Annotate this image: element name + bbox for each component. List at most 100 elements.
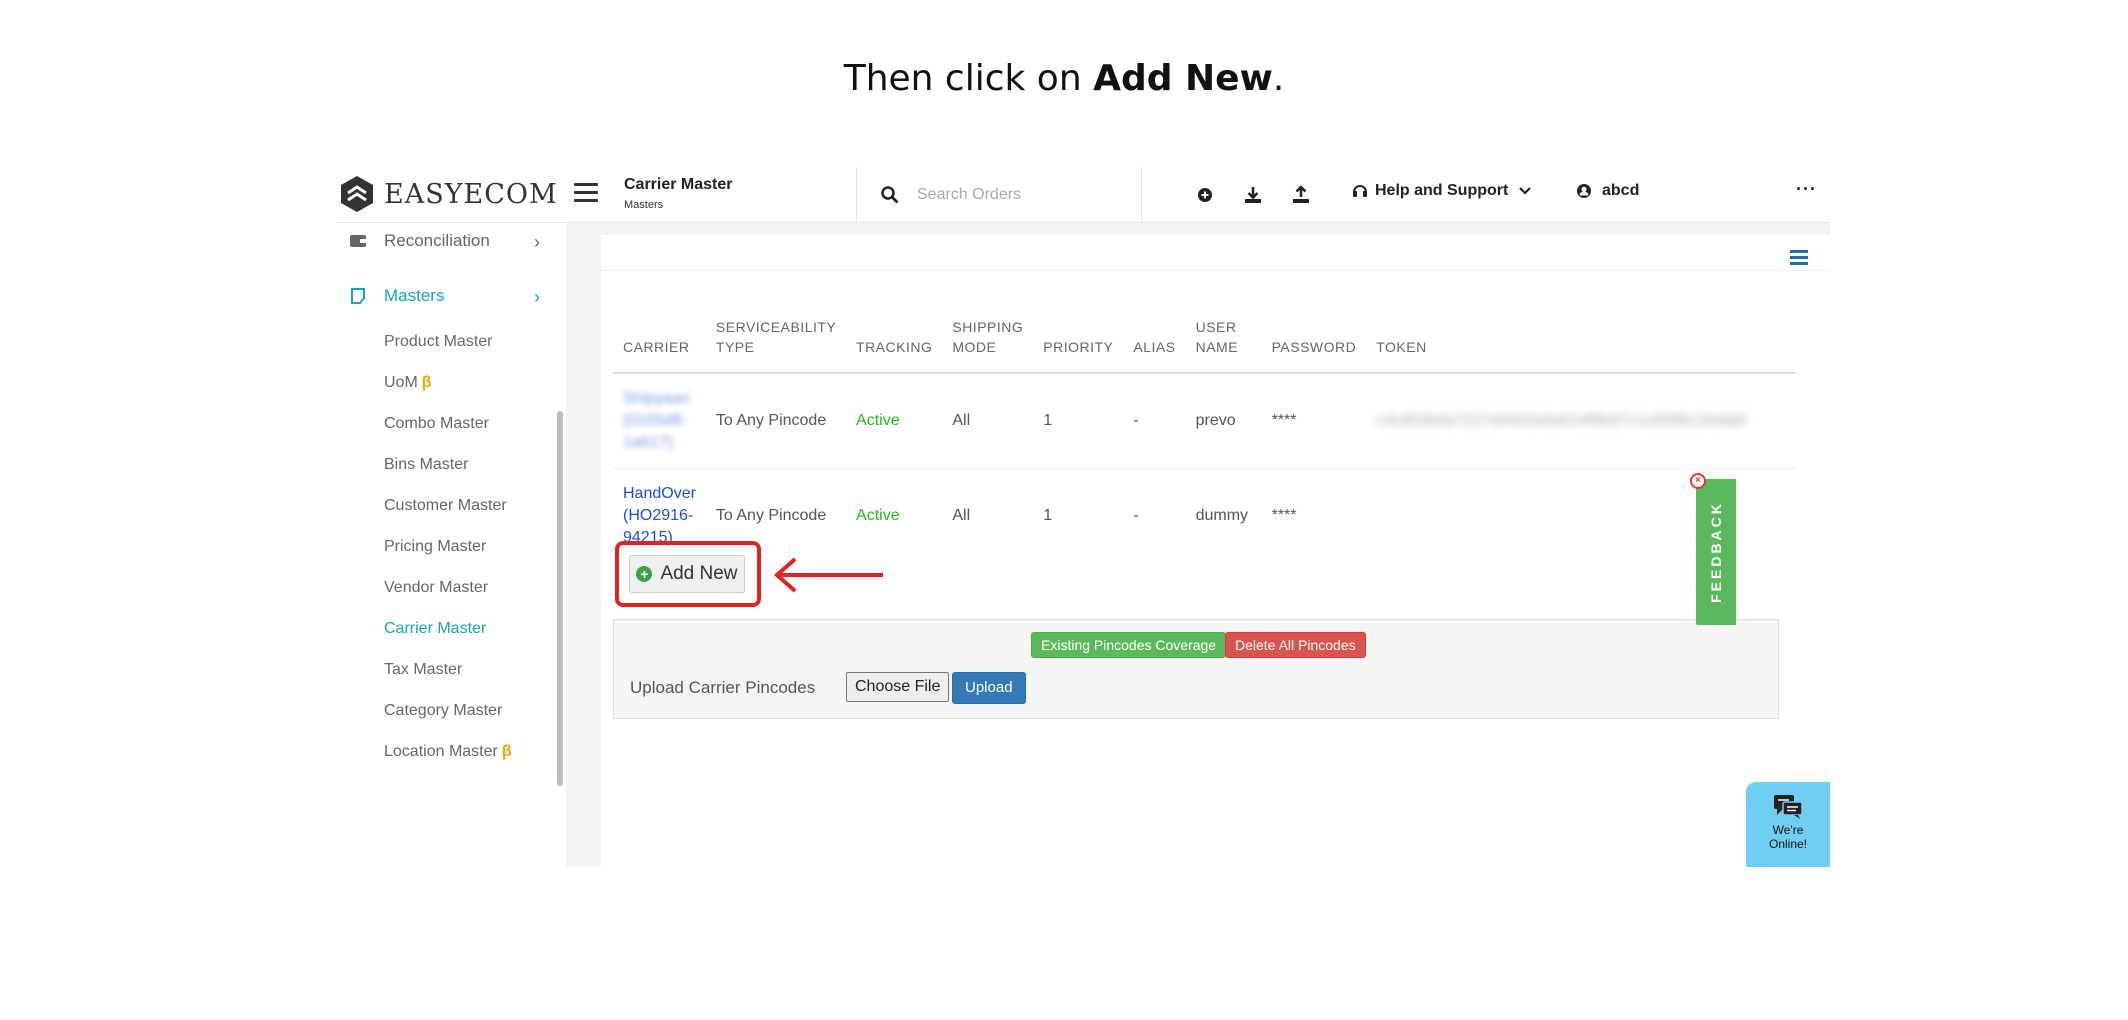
col-header-serviceability[interactable]: SERVICEABILITY TYPE [705, 305, 847, 374]
cell-alias: - [1123, 373, 1186, 469]
more-options-icon[interactable]: ··· [1796, 179, 1817, 200]
cell-serviceability: To Any Pincode [705, 373, 847, 469]
logo-text: EASYECOM [384, 178, 558, 210]
cell-user-name: prevo [1185, 373, 1262, 469]
beta-badge: β [421, 374, 432, 391]
help-support-menu[interactable]: Help and Support [1351, 182, 1536, 200]
sidebar-subitem-category-master[interactable]: Category Master [384, 702, 502, 720]
logo[interactable]: EASYECOM [340, 174, 558, 214]
page-title: Carrier Master [624, 176, 733, 193]
delete-all-pincodes-button[interactable]: Delete All Pincodes [1225, 632, 1366, 658]
carrier-link[interactable]: Shipyaari (0165d8-1a617) [613, 373, 706, 469]
sidebar-subitem-carrier-master[interactable]: Carrier Master [384, 620, 486, 638]
wallet-icon [350, 235, 366, 247]
search-icon[interactable] [881, 186, 899, 204]
instruction-bold: Add New [1093, 58, 1273, 99]
col-header-tracking[interactable]: TRACKING [846, 305, 943, 374]
chevron-right-icon: › [534, 287, 540, 307]
hamburger-menu-icon[interactable] [574, 183, 598, 205]
card-toolbar [601, 235, 1830, 271]
instruction-suffix: . [1272, 58, 1285, 99]
cell-password: **** [1261, 373, 1367, 469]
pointer-arrow-icon [773, 557, 883, 593]
upload-button[interactable]: Upload [952, 672, 1026, 704]
upload-carrier-pincodes-label: Upload Carrier Pincodes [630, 678, 816, 697]
chat-status-line1: We're [1772, 823, 1804, 837]
sidebar-item-label: Masters [384, 286, 445, 305]
note-icon [351, 288, 365, 304]
plus-circle-icon: + [636, 566, 653, 582]
sidebar: Reconciliation › Masters › Product Maste… [336, 223, 566, 867]
sidebar-subitem-product-master[interactable]: Product Master [384, 333, 492, 351]
col-header-token[interactable]: TOKEN [1366, 305, 1797, 374]
col-header-password[interactable]: PASSWORD [1261, 305, 1367, 374]
user-name: abcd [1602, 182, 1640, 199]
chevron-right-icon: › [534, 232, 540, 252]
close-icon[interactable]: × [1690, 473, 1706, 489]
existing-pincodes-coverage-button[interactable]: Existing Pincodes Coverage [1031, 632, 1227, 658]
sidebar-subitem-pricing-master[interactable]: Pricing Master [384, 538, 486, 556]
cell-user-name: dummy [1195, 507, 1249, 524]
sidebar-subitem-bins-master[interactable]: Bins Master [384, 456, 468, 474]
table-header-row: CARRIER SERVICEABILITY TYPE TRACKING SHI… [613, 305, 1797, 374]
chat-status-line2: Online! [1768, 837, 1808, 851]
cell-shipping-mode: All [942, 373, 1034, 469]
carrier-table: CARRIER SERVICEABILITY TYPE TRACKING SHI… [613, 305, 1797, 564]
instruction-caption: Then click on Add New. [0, 58, 2128, 99]
main-panel: CARRIER SERVICEABILITY TYPE TRACKING SHI… [566, 223, 1830, 867]
logo-icon [341, 176, 373, 212]
add-new-highlight: + Add New [615, 541, 761, 607]
add-new-button[interactable]: + Add New [629, 555, 745, 593]
add-circle-icon[interactable] [1194, 184, 1216, 206]
chat-bubbles-icon [1774, 795, 1803, 819]
sidebar-subitem-location-master[interactable]: Location Master β [384, 743, 512, 761]
help-support-label: Help and Support [1375, 182, 1509, 199]
cell-tracking-status: Active [856, 507, 900, 524]
feedback-label: FEEDBACK [1708, 501, 1724, 603]
user-icon [1577, 184, 1591, 198]
sidebar-item-reconciliation[interactable]: Reconciliation › [350, 231, 550, 252]
choose-file-button[interactable]: Choose File [846, 672, 950, 702]
page-heading: Carrier Master Masters [624, 176, 733, 211]
cell-password: **** [1271, 507, 1297, 524]
feedback-tab[interactable]: FEEDBACK [1696, 479, 1736, 625]
beta-badge: β [501, 743, 512, 760]
col-header-shipping-mode[interactable]: SHIPPING MODE [942, 305, 1034, 374]
cell-token: c4cd53bda7227a9402a0a014f9bd7c1c0f3f6c1b… [1366, 373, 1797, 469]
sidebar-subitem-combo-master[interactable]: Combo Master [384, 415, 489, 433]
top-bar: EASYECOM Carrier Master Masters Search O… [336, 167, 1830, 223]
carrier-card: CARRIER SERVICEABILITY TYPE TRACKING SHI… [601, 235, 1830, 867]
download-icon[interactable] [1242, 184, 1264, 206]
col-header-alias[interactable]: ALIAS [1123, 305, 1186, 374]
chevron-down-icon [1519, 187, 1532, 195]
user-menu[interactable]: abcd [1576, 182, 1639, 200]
column-menu-icon[interactable] [1790, 250, 1808, 268]
search-box [856, 167, 1142, 222]
cell-priority: 1 [1043, 507, 1053, 524]
sidebar-subitem-customer-master[interactable]: Customer Master [384, 497, 507, 515]
cell-priority: 1 [1033, 373, 1124, 469]
sidebar-subitem-tax-master[interactable]: Tax Master [384, 661, 462, 679]
upload-icon[interactable] [1290, 184, 1312, 206]
sidebar-scrollbar[interactable] [557, 411, 563, 786]
col-header-carrier[interactable]: CARRIER [613, 305, 706, 374]
sidebar-subitem-vendor-master[interactable]: Vendor Master [384, 579, 488, 597]
sidebar-item-label: Reconciliation [384, 231, 490, 250]
add-new-label: Add New [660, 563, 738, 584]
col-header-user-name[interactable]: USER NAME [1185, 305, 1262, 374]
sidebar-subitem-uom[interactable]: UoM β [384, 374, 432, 392]
headset-icon [1353, 185, 1367, 197]
col-header-priority[interactable]: PRIORITY [1033, 305, 1124, 374]
page-subtitle: Masters [624, 199, 664, 211]
cell-alias: - [1133, 507, 1139, 524]
instruction-prefix: Then click on [843, 58, 1094, 99]
cell-tracking-status: Active [846, 373, 943, 469]
app-window: EASYECOM Carrier Master Masters Search O… [336, 167, 1830, 867]
sidebar-item-masters[interactable]: Masters › [350, 286, 550, 307]
cell-shipping-mode: All [952, 507, 971, 524]
search-input[interactable] [915, 182, 1129, 208]
table-row: Shipyaari (0165d8-1a617) To Any Pincode … [613, 373, 1797, 469]
chat-widget[interactable]: We're Online! [1746, 782, 1830, 867]
table-row: HandOver (HO2916-94215) To Any Pincode A… [613, 469, 1796, 564]
pincode-upload-panel: Existing Pincodes Coverage Delete All Pi… [613, 619, 1779, 719]
